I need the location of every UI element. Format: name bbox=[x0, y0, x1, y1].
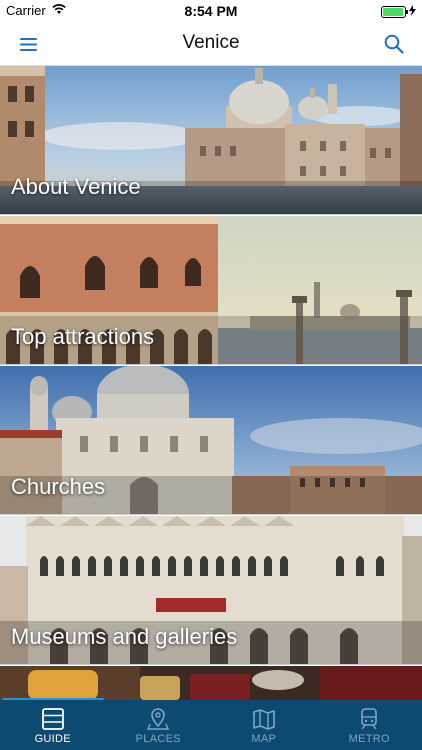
search-icon bbox=[384, 34, 404, 54]
status-time: 8:54 PM bbox=[184, 3, 238, 19]
tab-label: METRO bbox=[348, 733, 390, 745]
status-right bbox=[381, 4, 416, 19]
tab-label: GUIDE bbox=[34, 733, 71, 745]
folded-map-icon bbox=[252, 709, 275, 730]
battery-fill bbox=[383, 7, 403, 16]
tab-map[interactable]: MAP bbox=[211, 700, 317, 750]
nav-bar: Venice bbox=[0, 22, 422, 66]
category-list: About Venice Top attractions Churches Mu… bbox=[0, 66, 422, 700]
guide-list-icon bbox=[41, 708, 64, 730]
category-label: Top attractions bbox=[11, 324, 155, 349]
food-image bbox=[0, 666, 422, 700]
search-button[interactable] bbox=[380, 30, 408, 58]
category-card-partial[interactable] bbox=[0, 666, 422, 700]
tab-label: PLACES bbox=[135, 733, 181, 745]
map-pin-icon bbox=[147, 708, 170, 730]
status-bar: Carrier 8:54 PM bbox=[0, 0, 422, 22]
tab-places[interactable]: PLACES bbox=[106, 700, 212, 750]
category-label: About Venice bbox=[11, 174, 141, 199]
category-label: Museums and galleries bbox=[11, 624, 238, 649]
tab-bar: GUIDE PLACES MAP METRO bbox=[0, 700, 422, 750]
tab-guide[interactable]: GUIDE bbox=[0, 700, 106, 750]
category-card-churches[interactable]: Churches bbox=[0, 366, 422, 515]
battery-icon bbox=[381, 5, 408, 18]
category-card-top-attractions[interactable]: Top attractions bbox=[0, 216, 422, 365]
category-label: Churches bbox=[11, 474, 106, 499]
charging-bolt-icon bbox=[409, 4, 416, 19]
tab-label: MAP bbox=[251, 733, 277, 745]
category-card-museums-and-galleries[interactable]: Museums and galleries bbox=[0, 516, 422, 665]
category-card-about-venice[interactable]: About Venice bbox=[0, 66, 422, 215]
tab-metro[interactable]: METRO bbox=[317, 700, 422, 750]
page-title: Venice bbox=[182, 32, 240, 53]
train-icon bbox=[361, 708, 378, 730]
